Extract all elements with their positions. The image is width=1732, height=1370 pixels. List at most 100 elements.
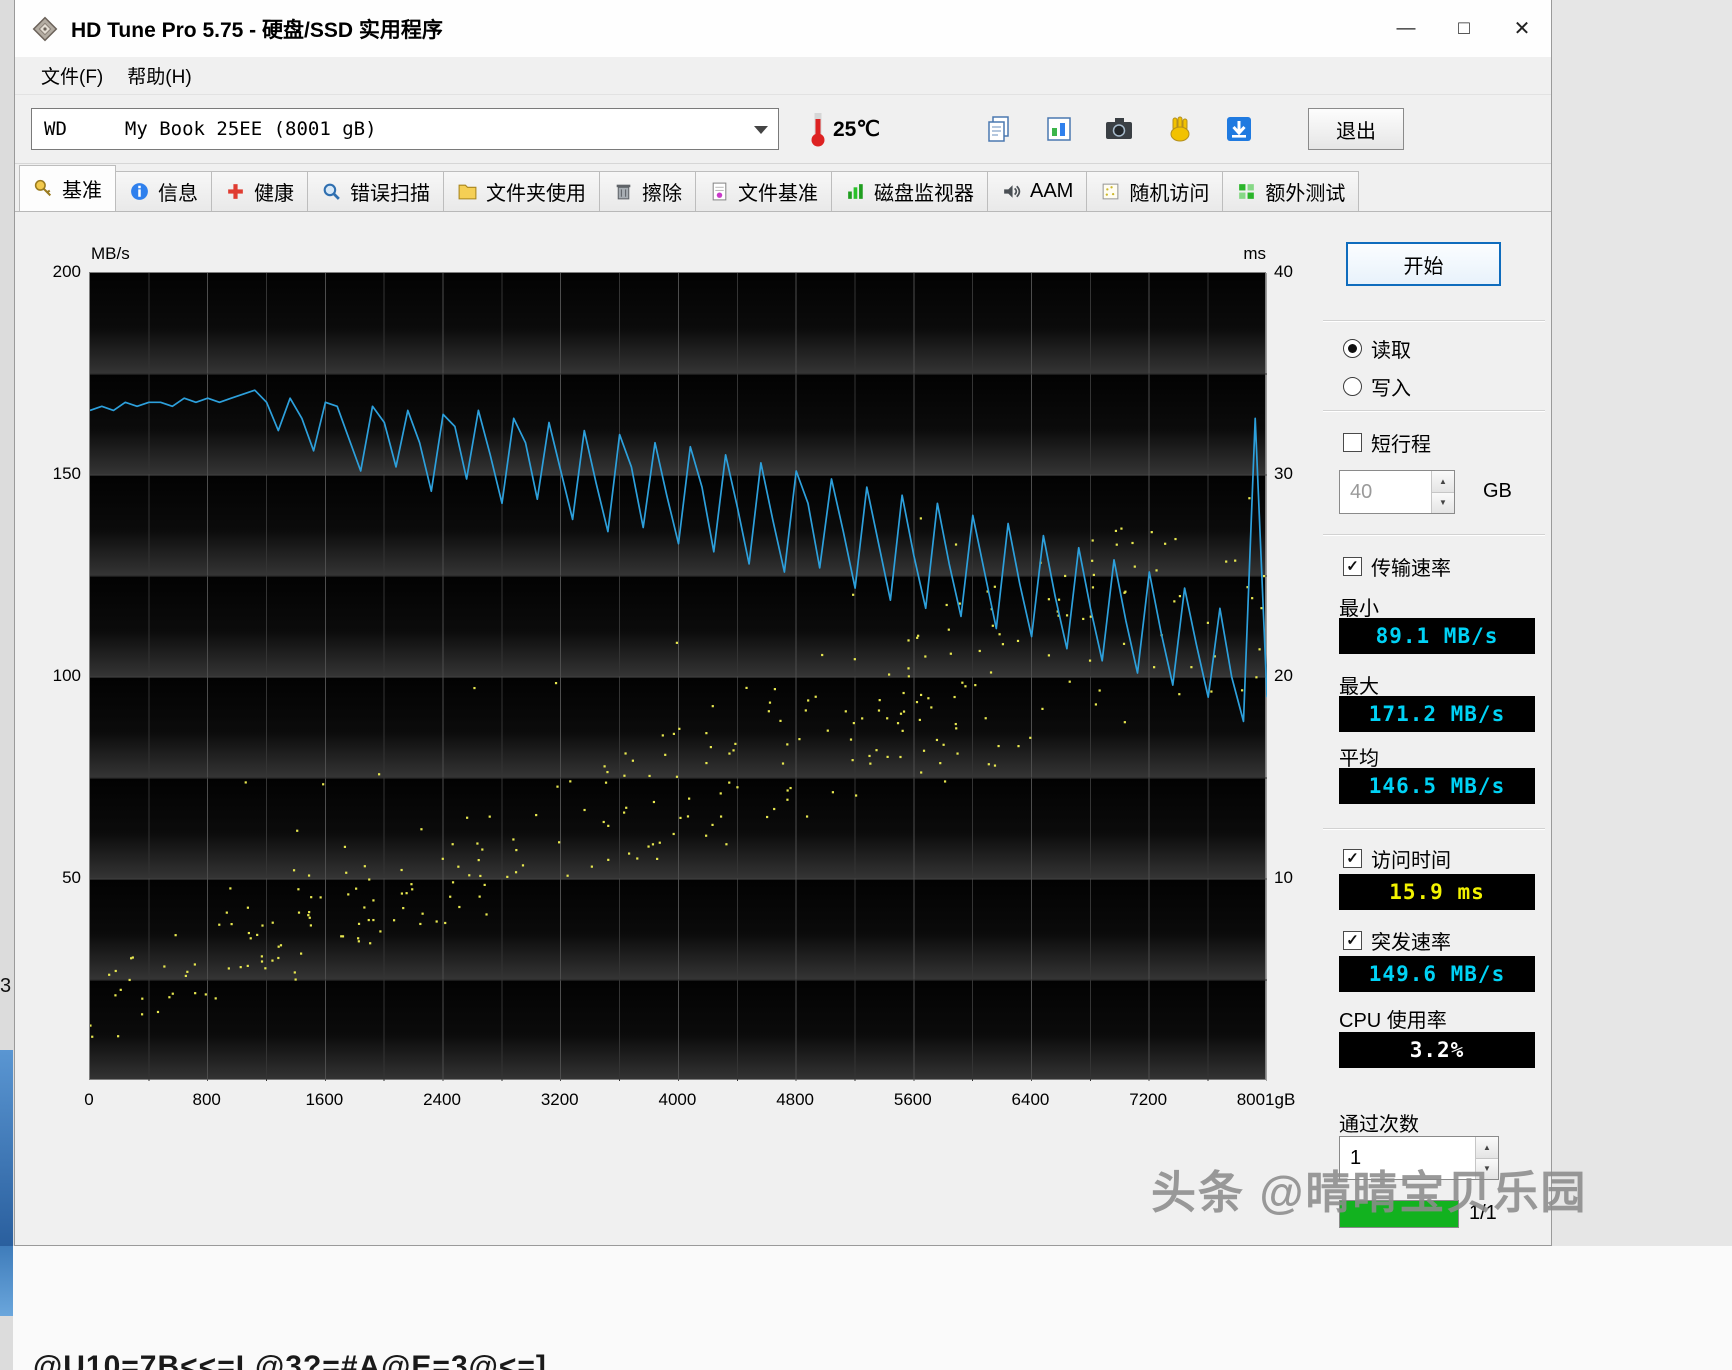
tab-label: 文件基准 bbox=[738, 177, 818, 206]
x-axis-tick: 7200 bbox=[1129, 1090, 1167, 1110]
spinner-down-icon[interactable]: ▼ bbox=[1432, 493, 1454, 514]
tab-info[interactable]: 信息 bbox=[115, 171, 212, 211]
spinner-arrows[interactable]: ▲ ▼ bbox=[1431, 471, 1454, 513]
tab-erase[interactable]: 擦除 bbox=[599, 171, 696, 211]
tab-label: 基准 bbox=[62, 174, 102, 203]
transfer-rate-checkbox[interactable]: ✓ bbox=[1343, 557, 1362, 576]
tab-benchmark[interactable]: 基准 bbox=[19, 165, 116, 211]
write-radio[interactable] bbox=[1343, 377, 1362, 396]
trash-icon bbox=[613, 181, 634, 202]
access-time-row[interactable]: ✓ 访问时间 bbox=[1343, 844, 1451, 873]
copy-text-button[interactable] bbox=[976, 106, 1022, 152]
random-access-icon bbox=[1100, 181, 1121, 202]
write-radio-row[interactable]: 写入 bbox=[1343, 372, 1411, 401]
donate-button[interactable] bbox=[1156, 106, 1202, 152]
cpu-usage-label: CPU 使用率 bbox=[1339, 1004, 1447, 1033]
start-button[interactable]: 开始 bbox=[1346, 242, 1501, 286]
y-right-axis-tick: 10 bbox=[1274, 868, 1320, 888]
tab-health[interactable]: 健康 bbox=[211, 171, 308, 211]
spinner-up-icon[interactable]: ▲ bbox=[1432, 471, 1454, 493]
y-right-axis-unit: ms bbox=[1206, 244, 1266, 264]
x-axis-tick-labels: 0800160024003200400048005600640072008001… bbox=[89, 1090, 1266, 1116]
speaker-icon bbox=[1001, 181, 1022, 202]
close-button[interactable]: ✕ bbox=[1493, 0, 1551, 57]
toolbar-buttons bbox=[976, 106, 1262, 152]
tab-disk-monitor[interactable]: 磁盘监视器 bbox=[831, 171, 988, 211]
background-window-bottom-text: @U10=7B<<=L@3?=#A@E=3@<=] bbox=[33, 1350, 547, 1370]
tab-extra-tests[interactable]: 额外测试 bbox=[1222, 171, 1359, 211]
save-screenshot-button[interactable] bbox=[1216, 106, 1262, 152]
tab-label: 随机访问 bbox=[1129, 177, 1209, 206]
copy-image-icon bbox=[1044, 114, 1074, 144]
tab-error-scan[interactable]: 错误扫描 bbox=[307, 171, 444, 211]
short-stroke-size-value: 40 bbox=[1340, 471, 1431, 513]
magnifier-icon bbox=[321, 181, 342, 202]
background-window-blue-fragment bbox=[0, 1050, 13, 1246]
min-value: 89.1 MB/s bbox=[1339, 618, 1535, 654]
chart-plot bbox=[89, 272, 1266, 1080]
file-benchmark-icon bbox=[709, 181, 730, 202]
hand-icon bbox=[1164, 114, 1194, 144]
extra-tests-icon bbox=[1236, 181, 1257, 202]
tab-label: 健康 bbox=[254, 177, 294, 206]
tab-label: 文件夹使用 bbox=[486, 177, 586, 206]
app-logo-icon bbox=[31, 15, 59, 43]
watermark-text: 头条 @晴晴宝贝乐园 bbox=[1151, 1156, 1587, 1221]
avg-value: 146.5 MB/s bbox=[1339, 768, 1535, 804]
minimize-button[interactable]: — bbox=[1377, 0, 1435, 57]
avg-label: 平均 bbox=[1339, 742, 1379, 771]
short-stroke-row[interactable]: 短行程 bbox=[1343, 428, 1431, 457]
drive-select[interactable]: WD My Book 25EE (8001 gB) bbox=[31, 108, 779, 150]
y-right-axis-tick: 30 bbox=[1274, 464, 1320, 484]
menu-bar: 文件(F) 帮助(H) bbox=[15, 57, 1551, 94]
short-stroke-size-spinner[interactable]: 40 ▲ ▼ bbox=[1339, 470, 1455, 514]
x-axis-tick: 4800 bbox=[776, 1090, 814, 1110]
burst-rate-checkbox[interactable]: ✓ bbox=[1343, 931, 1362, 950]
tab-folder-usage[interactable]: 文件夹使用 bbox=[443, 171, 600, 211]
app-window: HD Tune Pro 5.75 - 硬盘/SSD 实用程序 — □ ✕ 文件(… bbox=[14, 0, 1552, 1246]
exit-button[interactable]: 退出 bbox=[1308, 108, 1404, 150]
short-stroke-unit-label: GB bbox=[1483, 480, 1512, 503]
transfer-rate-row[interactable]: ✓ 传输速率 bbox=[1343, 552, 1451, 581]
menu-file[interactable]: 文件(F) bbox=[29, 58, 115, 93]
tab-random-access[interactable]: 随机访问 bbox=[1086, 171, 1223, 211]
tab-file-benchmark[interactable]: 文件基准 bbox=[695, 171, 832, 211]
benchmark-icon bbox=[33, 178, 54, 199]
background-window-text-fragment: 3 bbox=[0, 975, 11, 998]
read-radio[interactable] bbox=[1343, 339, 1362, 358]
y-left-axis-unit: MB/s bbox=[91, 244, 130, 264]
access-time-value: 15.9 ms bbox=[1339, 874, 1535, 910]
read-radio-label: 读取 bbox=[1371, 334, 1411, 363]
tab-label: 信息 bbox=[158, 177, 198, 206]
separator bbox=[1323, 410, 1545, 412]
x-axis-tick: 6400 bbox=[1012, 1090, 1050, 1110]
access-time-checkbox[interactable]: ✓ bbox=[1343, 849, 1362, 868]
window-title: HD Tune Pro 5.75 - 硬盘/SSD 实用程序 bbox=[71, 14, 443, 44]
x-axis-tick: 0 bbox=[84, 1090, 93, 1110]
chevron-down-icon bbox=[754, 126, 768, 134]
results-panel: 开始 读取 写入 短行程 40 ▲ ▼ GB ✓ 传输速率 最小 bbox=[1317, 214, 1553, 1246]
folder-icon bbox=[457, 181, 478, 202]
max-label: 最大 bbox=[1339, 670, 1379, 699]
y-left-axis-tick: 150 bbox=[15, 464, 81, 484]
info-icon bbox=[129, 181, 150, 202]
check-icon: ✓ bbox=[1346, 559, 1359, 574]
burst-rate-row[interactable]: ✓ 突发速率 bbox=[1343, 926, 1451, 955]
screenshot-button[interactable] bbox=[1096, 106, 1142, 152]
health-cross-icon bbox=[225, 181, 246, 202]
tab-aam[interactable]: AAM bbox=[987, 171, 1087, 211]
read-radio-row[interactable]: 读取 bbox=[1343, 334, 1411, 363]
short-stroke-checkbox[interactable] bbox=[1343, 433, 1362, 452]
maximize-button[interactable]: □ bbox=[1435, 0, 1493, 57]
write-radio-label: 写入 bbox=[1371, 372, 1411, 401]
copy-image-button[interactable] bbox=[1036, 106, 1082, 152]
drive-name: My Book 25EE (8001 gB) bbox=[125, 118, 377, 140]
x-axis-tick: 4000 bbox=[659, 1090, 697, 1110]
y-left-tick-labels: 20015010050 bbox=[15, 272, 81, 1080]
chart-canvas bbox=[90, 273, 1267, 1081]
x-axis-tick: 1600 bbox=[305, 1090, 343, 1110]
menu-help[interactable]: 帮助(H) bbox=[115, 58, 203, 93]
max-value: 171.2 MB/s bbox=[1339, 696, 1535, 732]
check-icon: ✓ bbox=[1346, 851, 1359, 866]
disk-monitor-icon bbox=[845, 181, 866, 202]
